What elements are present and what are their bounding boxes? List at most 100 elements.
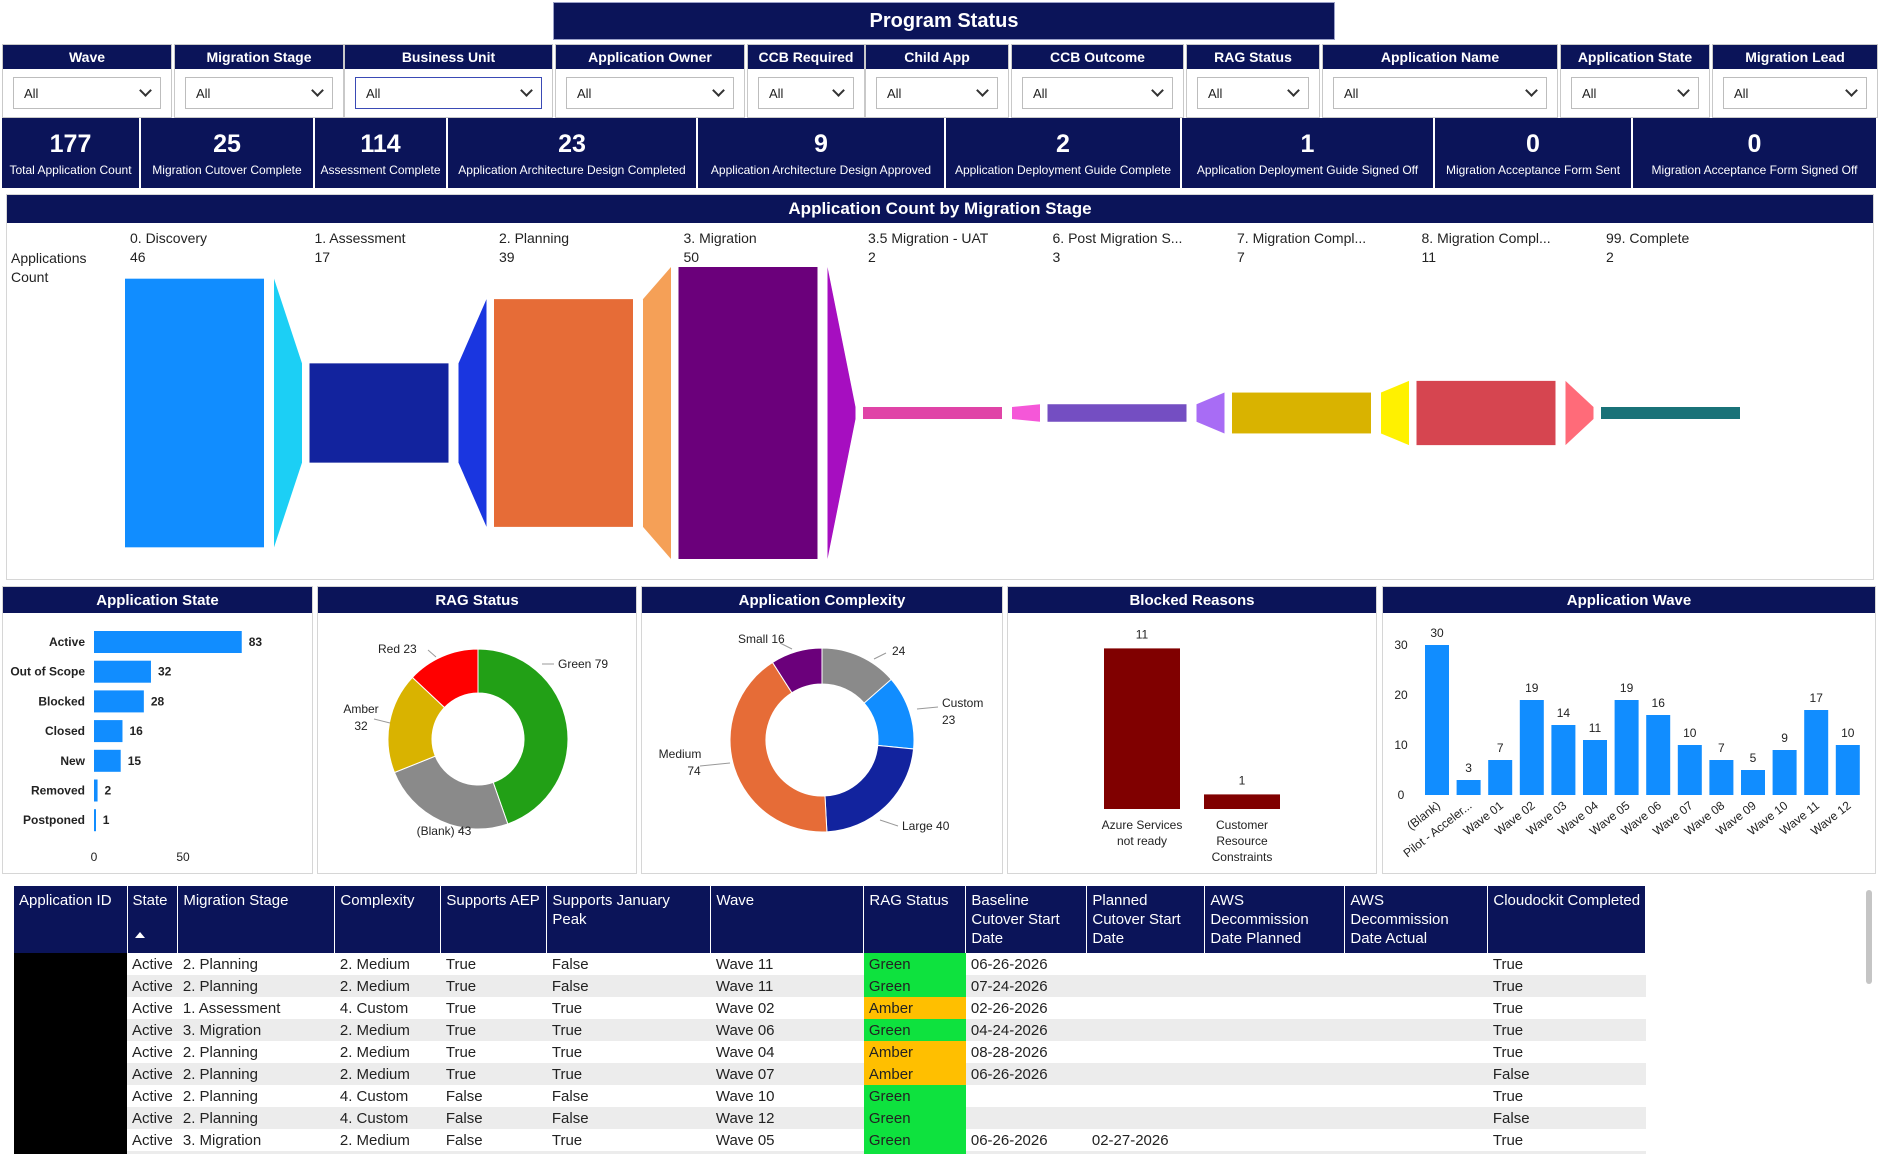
column-header-rag-status[interactable]: RAG Status	[863, 886, 967, 953]
funnel-bar-1-assessment[interactable]	[309, 363, 449, 463]
table-cell: True	[440, 975, 547, 997]
filter-ccb-outcome: CCB Outcome All	[1011, 44, 1184, 118]
filter-dropdown-application-owner[interactable]: All	[566, 77, 734, 109]
column-header-state[interactable]: State	[127, 886, 179, 953]
kpi-card-application-deployment-guide-signed-off[interactable]: 1 Application Deployment Guide Signed Off	[1182, 118, 1435, 188]
chevron-down-icon	[139, 84, 152, 97]
kpi-card-migration-acceptance-form-sent[interactable]: 0 Migration Acceptance Form Sent	[1435, 118, 1633, 188]
column-header-baseline-cutover-start-date[interactable]: Baseline Cutover Start Date	[965, 886, 1088, 953]
donut-label-name: Green	[558, 657, 591, 671]
column-header-aws-decommission-date-planned[interactable]: AWS Decommission Date Planned	[1204, 886, 1346, 953]
funnel-bar-99-complete[interactable]	[1601, 407, 1740, 419]
funnel-bar-8-migration-compl[interactable]	[1416, 380, 1556, 446]
funnel-bar-0-discovery[interactable]	[125, 278, 264, 548]
table-row[interactable]: Active 2. Planning 2. Medium True True Wave 0…	[14, 1041, 1646, 1063]
wave-value-label: 9	[1781, 731, 1788, 745]
wave-bar[interactable]	[1456, 780, 1481, 795]
table-cell: True	[1492, 1087, 1524, 1105]
state-bar[interactable]	[94, 779, 98, 802]
donut-slice-medium[interactable]	[729, 661, 828, 833]
column-header-migration-stage[interactable]: Migration Stage	[177, 886, 336, 953]
wave-bar[interactable]	[1551, 725, 1576, 795]
donut-leader-line	[699, 762, 731, 767]
table-cell: True	[551, 1043, 583, 1061]
wave-bar[interactable]	[1488, 760, 1513, 795]
filter-dropdown-migration-lead[interactable]: All	[1723, 77, 1867, 109]
donut-slice-blank[interactable]	[393, 755, 509, 830]
state-bar[interactable]	[94, 720, 123, 743]
table-cell: Wave 06	[710, 1019, 864, 1041]
kpi-card-migration-acceptance-form-signed-off[interactable]: 0 Migration Acceptance Form Signed Off	[1633, 118, 1878, 188]
sort-ascending-icon[interactable]	[135, 932, 145, 938]
table-row[interactable]: Active 2. Planning 2. Medium True False Wave …	[14, 975, 1646, 997]
filter-label: Application Name	[1323, 45, 1557, 69]
filter-dropdown-application-name[interactable]: All	[1333, 77, 1547, 109]
column-header-application-id[interactable]: Application ID	[14, 886, 128, 953]
state-x-tick: 0	[91, 850, 98, 864]
filter-dropdown-ccb-required[interactable]: All	[758, 77, 854, 109]
wave-bar[interactable]	[1646, 715, 1671, 795]
funnel-bar-3-migration[interactable]	[678, 267, 818, 559]
wave-bar[interactable]	[1614, 700, 1639, 795]
wave-bar[interactable]	[1519, 700, 1544, 795]
table-cell: Active	[132, 1043, 173, 1061]
wave-bar[interactable]	[1709, 760, 1734, 795]
state-bar[interactable]	[94, 809, 96, 832]
filter-dropdown-business-unit[interactable]: All	[355, 77, 542, 109]
kpi-card-application-architecture-design-completed[interactable]: 23 Application Architecture Design Comple…	[448, 118, 698, 188]
column-header-supports-aep[interactable]: Supports AEP	[440, 886, 548, 953]
state-bar[interactable]	[94, 749, 121, 772]
kpi-card-assessment-complete[interactable]: 114 Assessment Complete	[315, 118, 448, 188]
filter-dropdown-child-app[interactable]: All	[876, 77, 998, 109]
table-row[interactable]: Active 3. Migration 2. Medium True True Wave …	[14, 1019, 1646, 1041]
filter-dropdown-ccb-outcome[interactable]: All	[1022, 77, 1173, 109]
funnel-bar-7-migration-compl[interactable]	[1232, 392, 1371, 434]
blocked-bar[interactable]	[1204, 794, 1280, 809]
donut-slice-large[interactable]	[824, 744, 915, 833]
wave-bar[interactable]	[1425, 645, 1449, 795]
state-bar[interactable]	[94, 690, 144, 713]
donut-leader-line	[373, 718, 391, 724]
kpi-card-total-application-count[interactable]: 177 Total Application Count	[2, 118, 141, 188]
wave-bar[interactable]	[1804, 710, 1829, 795]
kpi-value: 25	[213, 130, 241, 158]
wave-bar[interactable]	[1741, 770, 1765, 795]
blocked-bar[interactable]	[1104, 648, 1180, 809]
table-cell	[1344, 1107, 1488, 1129]
donut-label: 24	[873, 644, 906, 660]
table-cell: 4. Custom	[334, 1107, 441, 1129]
table-row[interactable]: Active 2. Planning 2. Medium True True Wave 0…	[14, 1063, 1646, 1085]
table-row[interactable]: Active 2. Planning 2. Medium True False Wave …	[14, 953, 1646, 975]
column-header-cloudockit-completed[interactable]: Cloudockit Completed	[1487, 886, 1647, 953]
filter-dropdown-wave[interactable]: All	[13, 77, 161, 109]
funnel-bar-6-post-migration-s[interactable]	[1047, 404, 1187, 422]
kpi-card-application-architecture-design-approved[interactable]: 9 Application Architecture Design Approve…	[698, 118, 946, 188]
funnel-bar-3-5-migration-uat[interactable]	[863, 407, 1002, 419]
column-header-wave[interactable]: Wave	[710, 886, 865, 953]
column-header-complexity[interactable]: Complexity	[334, 886, 442, 953]
table-row[interactable]: Active 2. Planning 4. Custom False False Wave…	[14, 1085, 1646, 1107]
table-row[interactable]: Active 1. Assessment 4. Custom True True Wave…	[14, 997, 1646, 1019]
state-bar[interactable]	[94, 660, 151, 683]
application-wave-title: Application Wave	[1383, 587, 1875, 613]
table-vertical-scrollbar[interactable]	[1866, 890, 1872, 984]
wave-bar[interactable]	[1835, 745, 1860, 795]
kpi-card-migration-cutover-complete[interactable]: 25 Migration Cutover Complete	[141, 118, 315, 188]
column-header-supports-january-peak[interactable]: Supports January Peak	[546, 886, 712, 953]
table-row[interactable]: Active 2. Planning 4. Custom False False Wave…	[14, 1107, 1646, 1129]
column-header-aws-decommission-date-actual[interactable]: AWS Decommission Date Actual	[1344, 886, 1489, 953]
filter-dropdown-rag-status[interactable]: All	[1197, 77, 1309, 109]
state-bar[interactable]	[94, 631, 242, 653]
donut-label: Amber 32	[343, 702, 391, 733]
wave-bar[interactable]	[1583, 740, 1607, 795]
filter-dropdown-migration-stage[interactable]: All	[185, 77, 333, 109]
wave-bar[interactable]	[1772, 750, 1797, 795]
wave-bar[interactable]	[1677, 745, 1702, 795]
funnel-bar-2-planning[interactable]	[494, 299, 633, 527]
filter-application-owner: Application Owner All	[555, 44, 745, 118]
column-header-planned-cutover-start-date[interactable]: Planned Cutover Start Date	[1086, 886, 1206, 953]
kpi-card-application-deployment-guide-complete[interactable]: 2 Application Deployment Guide Complete	[946, 118, 1182, 188]
donut-label-value: 40	[936, 819, 950, 833]
table-row[interactable]: Active 3. Migration 2. Medium False True Wave…	[14, 1129, 1646, 1151]
filter-dropdown-application-state[interactable]: All	[1571, 77, 1699, 109]
